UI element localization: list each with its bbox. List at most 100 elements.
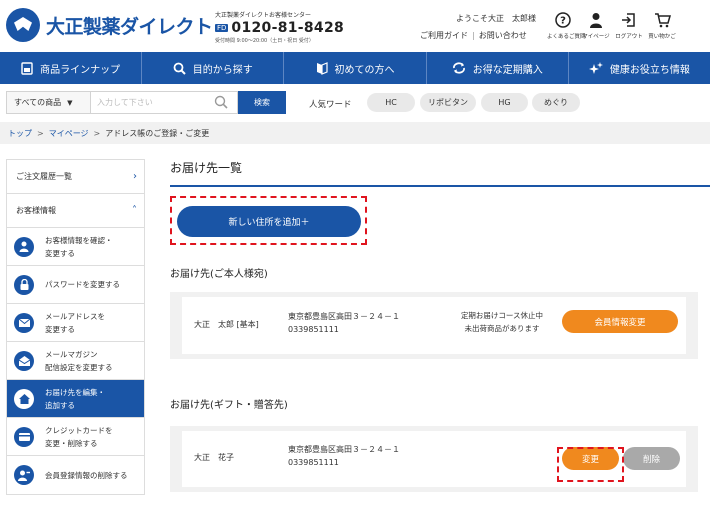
link-separator: | [472,31,475,40]
breadcrumb: トップ > マイページ > アドレス帳のご登録・ご変更 [0,122,710,144]
cart-button[interactable]: 買い物かご [646,12,678,40]
product-icon [21,61,33,75]
user-icon [14,236,34,257]
logout-icon [613,12,645,28]
logo-text: 大正製薬ダイレクト [46,15,213,38]
card-icon [14,426,34,447]
subscription-notice: 定期お届けコース休止中 [460,311,544,320]
recipient-address: 東京都豊島区高田３－２４－１ [288,445,400,454]
tel-hours: 受付時間 9:00〜20:00（土日・祝日 受付） [215,38,314,44]
tel-number[interactable]: 0120-81-8428 [231,20,344,36]
breadcrumb-separator: > [93,128,101,138]
nav-health-info[interactable]: 健康お役立ち情報 [569,52,710,84]
customer-center: 大正製薬ダイレクトお客様センター FD 0120-81-8428 受付時間 9:… [215,10,344,44]
mypage-sidebar: ご注文履歴一覧 › お客様情報 ˄ お客様情報を確認・ 変更する パスワードを変… [6,159,145,495]
edit-button-highlight [557,447,624,482]
popular-tag[interactable]: HC [367,93,415,112]
add-address-highlight: 新しい住所を追加＋ [170,196,367,245]
cart-icon [646,12,678,28]
chevron-down-icon: ▼ [67,98,73,107]
sidebar-item-label: お客様情報 [16,206,56,215]
site-header: 大正製薬ダイレクト 大正製薬ダイレクトお客様センター FD 0120-81-84… [0,0,710,52]
popular-tag[interactable]: リポビタン [420,93,476,112]
nav-label: お得な定期購入 [472,64,543,76]
sidebar-item-label: お届け先を編集・ 追加する [45,387,105,410]
delete-address-button[interactable]: 削除 [623,447,680,470]
sidebar-item-label: お客様情報を確認・ 変更する [45,235,113,258]
recipient-phone: 0339851111 [288,325,339,334]
logout-button[interactable]: ログアウト [613,12,645,40]
user-remove-icon [14,465,34,485]
home-icon [14,388,34,409]
category-select[interactable]: すべての商品 ▼ [6,91,90,114]
header-links: ご利用ガイド | お問い合わせ [420,30,527,41]
breadcrumb-separator: > [37,128,44,138]
eagle-logo-icon [6,8,40,42]
nav-label: 商品ラインナップ [40,64,121,76]
beginner-icon [316,61,328,75]
category-value: すべての商品 [14,98,62,107]
sidebar-item-label: メールマガジン 配信設定を変更する [45,349,113,372]
search-button[interactable]: 検索 [238,91,286,114]
freedial-icon: FD [215,24,229,32]
contact-link[interactable]: お問い合わせ [479,31,527,40]
faq-label: よくあるご質問 [547,34,586,40]
sidebar-item-email[interactable]: メールアドレスを 変更する [7,304,144,342]
cart-label: 買い物かご [648,34,676,40]
mypage-label: マイページ [582,34,610,40]
recipient-phone: 0339851111 [288,458,339,467]
chevron-right-icon: › [133,171,137,182]
nav-beginners[interactable]: 初めての方へ [284,52,427,84]
question-icon: ? [547,12,579,28]
tel-caption: 大正製薬ダイレクトお客様センター [215,12,312,19]
guide-link[interactable]: ご利用ガイド [420,31,468,40]
sidebar-item-shipping-address[interactable]: お届け先を編集・ 追加する [7,380,144,418]
nav-product-lineup[interactable]: 商品ラインナップ [0,52,143,84]
mail-icon [14,312,34,333]
utility-icons: ? よくあるご質問 マイページ ログアウト 買い物かご [547,12,679,40]
gift-section-title: お届け先(ギフト・贈答先) [170,400,288,411]
faq-button[interactable]: ? よくあるご質問 [547,12,586,40]
sidebar-item-delete-account[interactable]: 会員登録情報の削除する [7,456,144,494]
main-nav: 商品ラインナップ 目的から探す 初めての方へ お得な定期購入 健康お役立ち情報 [0,52,710,84]
main-content: お届け先一覧 新しい住所を追加＋ お届け先(ご本人様宛) 大正 太郎 [基本] … [170,159,710,492]
popular-tag[interactable]: HG [481,93,528,112]
sidebar-item-newsletter[interactable]: メールマガジン 配信設定を変更する [7,342,144,380]
breadcrumb-current: アドレス帳のご登録・ご変更 [105,128,210,138]
recipient-address: 東京都豊島区高田３－２４－１ [288,312,400,321]
popular-words-label: 人気ワード [309,100,352,110]
logout-label: ログアウト [615,34,643,40]
person-icon [580,12,612,28]
mypage-button[interactable]: マイページ [580,12,612,40]
member-info-change-button[interactable]: 会員情報変更 [562,310,678,333]
popular-tag[interactable]: めぐり [532,93,580,112]
unshipped-notice: 未出荷商品があります [464,324,540,333]
welcome-text: ようこそ大正 太郎様 [456,14,536,23]
sidebar-customer-info[interactable]: お客様情報 ˄ [7,194,144,228]
add-address-button[interactable]: 新しい住所を追加＋ [177,206,361,237]
breadcrumb-top[interactable]: トップ [8,128,32,139]
nav-label: 健康お役立ち情報 [609,64,690,76]
site-logo[interactable]: 大正製薬ダイレクト [6,8,213,42]
nav-label: 目的から探す [192,64,253,76]
search-icon [173,62,186,75]
sidebar-item-edit-profile[interactable]: お客様情報を確認・ 変更する [7,228,144,266]
sidebar-item-label: パスワードを変更する [45,280,120,289]
sidebar-item-label: クレジットカードを 変更・削除する [45,425,113,448]
sidebar-item-credit-card[interactable]: クレジットカードを 変更・削除する [7,418,144,456]
breadcrumb-mypage[interactable]: マイページ [49,128,89,139]
sparkle-icon [588,61,603,75]
nav-subscription[interactable]: お得な定期購入 [427,52,569,84]
page-title: お届け先一覧 [170,159,710,187]
nav-label: 初めての方へ [334,64,395,76]
nav-search-by-purpose[interactable]: 目的から探す [142,52,285,84]
sidebar-item-label: メールアドレスを 変更する [45,311,105,334]
sidebar-item-label: ご注文履歴一覧 [16,172,72,181]
recipient-name: 大正 花子 [194,453,234,462]
refresh-icon [452,62,466,74]
self-address-inner: 大正 太郎 [基本] 東京都豊島区高田３－２４－１ 0339851111 定期お… [182,297,686,354]
recipient-name: 大正 太郎 [基本] [194,320,259,329]
sidebar-order-history[interactable]: ご注文履歴一覧 › [7,160,144,194]
sidebar-item-password[interactable]: パスワードを変更する [7,266,144,304]
self-section-title: お届け先(ご本人様宛) [170,269,268,280]
